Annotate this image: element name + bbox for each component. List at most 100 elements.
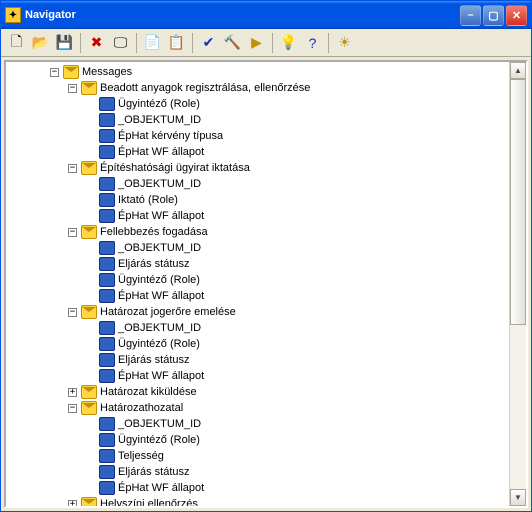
tree-node[interactable]: _OBJEKTUM_ID: [10, 112, 509, 128]
tree-node[interactable]: ÉpHat WF állapot: [10, 144, 509, 160]
tree-node-label: ÉpHat WF állapot: [118, 480, 204, 496]
attribute-icon: [99, 289, 115, 303]
tree-node-label: ÉpHat WF állapot: [118, 368, 204, 384]
message-icon: [81, 385, 97, 399]
vertical-scrollbar[interactable]: ▲ ▼: [509, 62, 526, 506]
scroll-track[interactable]: [510, 79, 526, 489]
attribute-icon: [99, 257, 115, 271]
attribute-icon: [99, 353, 115, 367]
scroll-thumb[interactable]: [510, 79, 526, 325]
collapse-icon[interactable]: −: [68, 228, 77, 237]
tree-node-label: Határozathozatal: [100, 400, 183, 416]
tree-node[interactable]: ÉpHat WF állapot: [10, 208, 509, 224]
tree-node[interactable]: Ügyintéző (Role): [10, 96, 509, 112]
tree-node[interactable]: ÉpHat WF állapot: [10, 480, 509, 496]
tree-node[interactable]: −Beadott anyagok regisztrálása, ellenőrz…: [10, 80, 509, 96]
help-button[interactable]: ?: [301, 32, 324, 54]
attribute-icon: [99, 417, 115, 431]
copy-button[interactable]: 📄: [141, 32, 164, 54]
collapse-icon[interactable]: −: [68, 84, 77, 93]
titlebar[interactable]: ✦ Navigator – ▢ ✕: [1, 1, 531, 29]
expand-icon[interactable]: +: [68, 500, 77, 507]
tree-node[interactable]: Iktató (Role): [10, 192, 509, 208]
tree-node-label: Határozat kiküldése: [100, 384, 197, 400]
check-button[interactable]: ✔: [197, 32, 220, 54]
tree-node[interactable]: Ügyintéző (Role): [10, 432, 509, 448]
tree-node[interactable]: _OBJEKTUM_ID: [10, 320, 509, 336]
expand-icon[interactable]: +: [68, 388, 77, 397]
toolbar-separator: [136, 33, 137, 53]
toolbar: 🗋📂💾 ✖🖵 📄📋 ✔🔨▶ 💡? ☀: [1, 29, 531, 57]
tree-node[interactable]: − Határozathozatal: [10, 400, 509, 416]
attribute-icon: [99, 321, 115, 335]
delete-button[interactable]: ✖: [85, 32, 108, 54]
attribute-icon: [99, 113, 115, 127]
tree-node[interactable]: Teljesség: [10, 448, 509, 464]
tree-node-label: Ügyintéző (Role): [118, 272, 200, 288]
collapse-icon[interactable]: −: [50, 68, 59, 77]
attribute-icon: [99, 273, 115, 287]
paste-button[interactable]: 📋: [165, 32, 188, 54]
tree-node[interactable]: _OBJEKTUM_ID: [10, 176, 509, 192]
tree-node-label: Ügyintéző (Role): [118, 96, 200, 112]
message-icon: [81, 401, 97, 415]
tree-node[interactable]: Ügyintéző (Role): [10, 272, 509, 288]
tree-node[interactable]: ÉpHat kérvény típusa: [10, 128, 509, 144]
tree-node-label: Helyszíni ellenőrzés: [100, 496, 198, 506]
tree-node[interactable]: _OBJEKTUM_ID: [10, 416, 509, 432]
message-icon: [81, 305, 97, 319]
content-panel: −Messages−Beadott anyagok regisztrálása,…: [4, 60, 528, 508]
attribute-icon: [99, 433, 115, 447]
tree-node[interactable]: ÉpHat WF állapot: [10, 368, 509, 384]
tree-node-label: Határozat jogerőre emelése: [100, 304, 236, 320]
run-button[interactable]: ▶: [245, 32, 268, 54]
tree-node[interactable]: −Messages: [10, 64, 509, 80]
tree-node[interactable]: Eljárás státusz: [10, 256, 509, 272]
scroll-down-button[interactable]: ▼: [510, 489, 526, 506]
save-button[interactable]: 💾: [53, 32, 76, 54]
tree-node-label: Ügyintéző (Role): [118, 336, 200, 352]
collapse-icon[interactable]: −: [68, 164, 77, 173]
tree-node-label: Iktató (Role): [118, 192, 178, 208]
screen-button[interactable]: 🖵: [109, 32, 132, 54]
navigator-window: ✦ Navigator – ▢ ✕ 🗋📂💾 ✖🖵 📄📋 ✔🔨▶ 💡? ☀ −Message…: [0, 0, 532, 512]
tree-node[interactable]: + Helyszíni ellenőrzés: [10, 496, 509, 506]
message-icon: [81, 497, 97, 506]
maximize-button[interactable]: ▢: [483, 5, 504, 26]
idea-button[interactable]: 💡: [277, 32, 300, 54]
app-icon: ✦: [5, 7, 21, 23]
tree-node-label: Fellebbezés fogadása: [100, 224, 208, 240]
message-icon: [81, 161, 97, 175]
open-button[interactable]: 📂: [29, 32, 52, 54]
tree-node-label: _OBJEKTUM_ID: [118, 176, 201, 192]
attribute-icon: [99, 193, 115, 207]
tree-node[interactable]: − Határozat jogerőre emelése: [10, 304, 509, 320]
message-icon: [63, 65, 79, 79]
close-button[interactable]: ✕: [506, 5, 527, 26]
collapse-icon[interactable]: −: [68, 308, 77, 317]
tree-node-label: ÉpHat WF állapot: [118, 144, 204, 160]
tree-node[interactable]: + Határozat kiküldése: [10, 384, 509, 400]
build-button[interactable]: 🔨: [221, 32, 244, 54]
tree-node[interactable]: − Fellebbezés fogadása: [10, 224, 509, 240]
tree-node[interactable]: Eljárás státusz: [10, 464, 509, 480]
attribute-icon: [99, 465, 115, 479]
window-buttons: – ▢ ✕: [460, 5, 527, 26]
window-title: Navigator: [25, 9, 460, 21]
tree-node[interactable]: _OBJEKTUM_ID: [10, 240, 509, 256]
scroll-up-button[interactable]: ▲: [510, 62, 526, 79]
tree-node[interactable]: Eljárás státusz: [10, 352, 509, 368]
tree-node[interactable]: Ügyintéző (Role): [10, 336, 509, 352]
sun-button[interactable]: ☀: [333, 32, 356, 54]
tree-node-label: Eljárás státusz: [118, 464, 190, 480]
tree-node[interactable]: −Építéshatósági ügyirat iktatása: [10, 160, 509, 176]
tree-node[interactable]: ÉpHat WF állapot: [10, 288, 509, 304]
toolbar-separator: [192, 33, 193, 53]
attribute-icon: [99, 209, 115, 223]
tree-view[interactable]: −Messages−Beadott anyagok regisztrálása,…: [6, 62, 509, 506]
tree-node-label: ÉpHat kérvény típusa: [118, 128, 223, 144]
tree-node-label: _OBJEKTUM_ID: [118, 320, 201, 336]
new-button[interactable]: 🗋: [5, 32, 28, 54]
collapse-icon[interactable]: −: [68, 404, 77, 413]
minimize-button[interactable]: –: [460, 5, 481, 26]
